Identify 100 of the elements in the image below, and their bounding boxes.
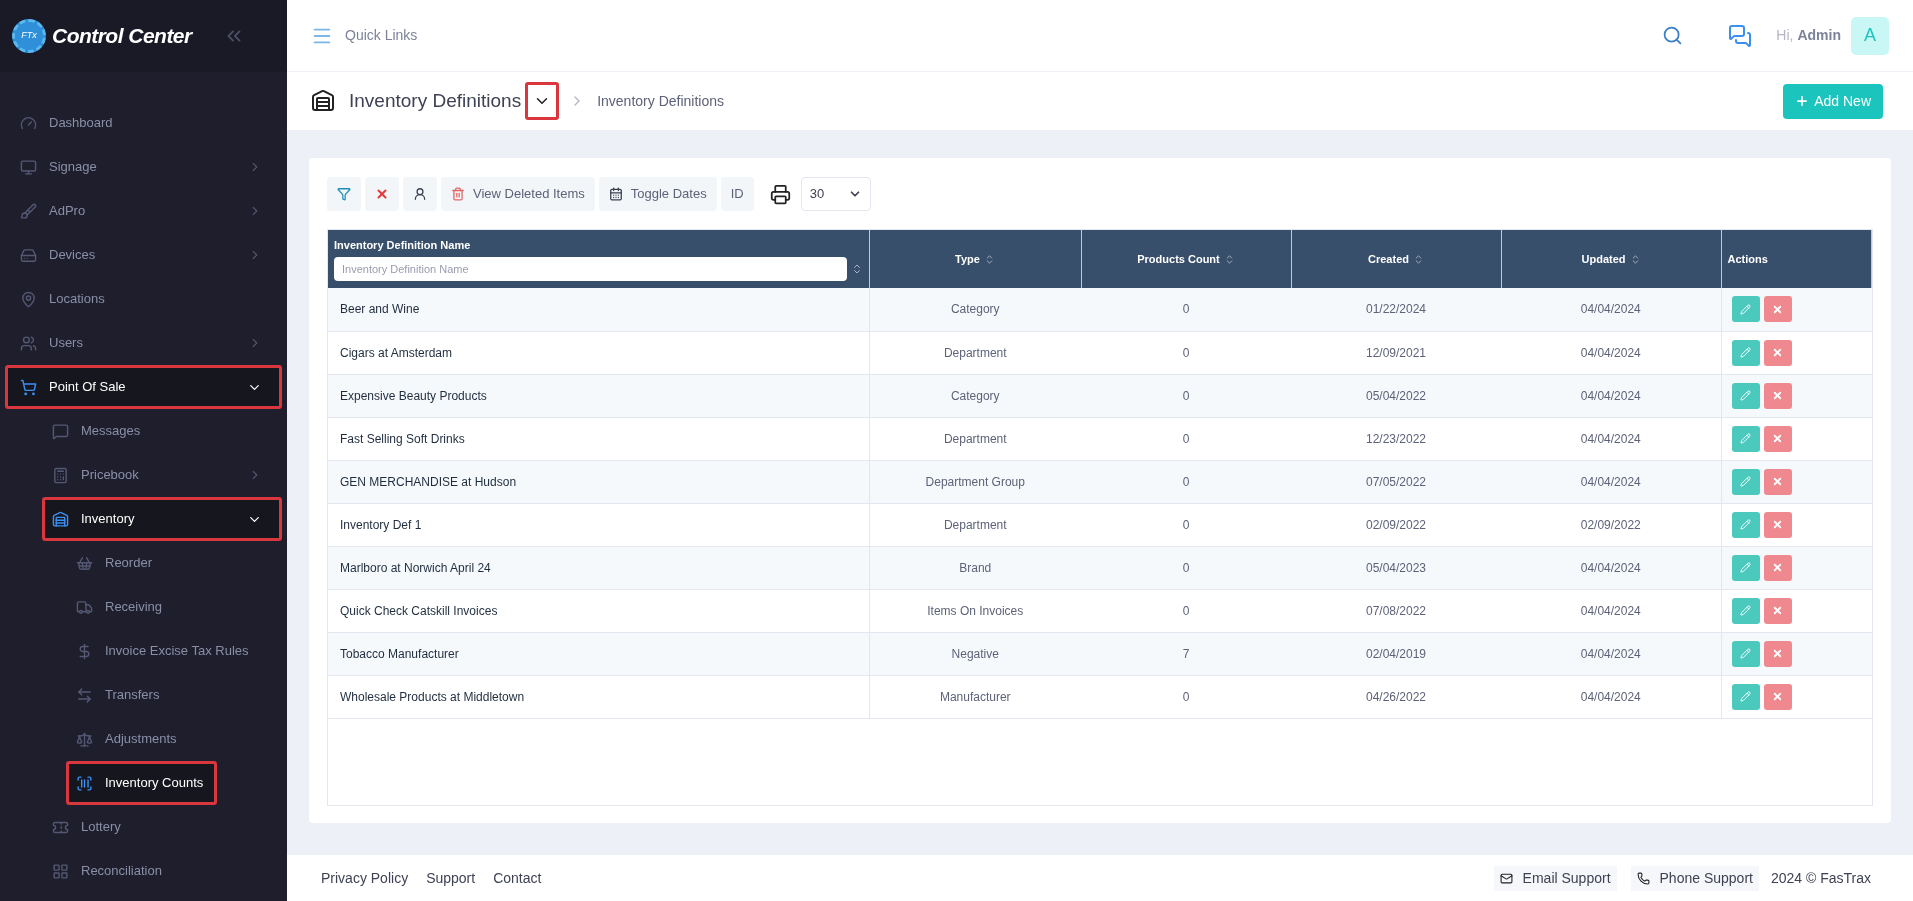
- sidebar-item[interactable]: Receiving: [66, 585, 177, 629]
- table-cell: GEN MERCHANDISE at Hudson: [328, 460, 869, 503]
- edit-button[interactable]: [1731, 683, 1760, 710]
- close-icon: [1772, 562, 1783, 573]
- column-header[interactable]: Created: [1291, 230, 1501, 288]
- table-cell: Quick Check Catskill Invoices: [328, 589, 869, 632]
- plus-icon: [1795, 94, 1810, 108]
- sidebar-item[interactable]: Pricebook: [42, 453, 282, 497]
- table-cell: 04/04/2024: [1501, 374, 1721, 417]
- sidebar-item[interactable]: Inventory: [42, 497, 282, 541]
- close-icon: [1772, 648, 1783, 659]
- close-icon: [375, 187, 389, 201]
- footer-link[interactable]: Contact: [493, 867, 542, 889]
- delete-button[interactable]: [1763, 554, 1792, 581]
- close-icon: [1772, 433, 1783, 444]
- sort-icon[interactable]: [1413, 253, 1424, 265]
- toolbar-button[interactable]: [365, 177, 399, 211]
- logo-label: FTx: [21, 29, 37, 43]
- print-icon[interactable]: [769, 183, 791, 205]
- table-cell: 04/04/2024: [1501, 675, 1721, 718]
- email-support-link[interactable]: Email Support: [1493, 865, 1617, 891]
- table-cell: Fast Selling Soft Drinks: [328, 417, 869, 460]
- edit-button[interactable]: [1731, 468, 1760, 495]
- sidebar-item[interactable]: Point Of Sale: [5, 365, 282, 409]
- sidebar-item[interactable]: Reorder: [66, 541, 166, 585]
- table-cell: 04/04/2024: [1501, 331, 1721, 374]
- table-cell: 04/04/2024: [1501, 546, 1721, 589]
- greeting-text: Hi,: [1776, 26, 1794, 45]
- person-icon: [413, 187, 427, 201]
- delete-button[interactable]: [1763, 425, 1792, 452]
- toolbar-button[interactable]: View Deleted Items: [441, 177, 595, 211]
- table-cell: Brand: [869, 546, 1081, 589]
- edit-button[interactable]: [1731, 640, 1760, 667]
- breadcrumb-item[interactable]: Inventory Definitions: [597, 90, 724, 112]
- edit-button[interactable]: [1731, 425, 1760, 452]
- table-cell: 07/05/2022: [1291, 460, 1501, 503]
- sidebar-item[interactable]: Devices: [5, 233, 282, 277]
- table-cell: 0: [1081, 675, 1291, 718]
- sidebar-item[interactable]: Adjustments: [66, 717, 191, 761]
- footer-link[interactable]: Privacy Policy: [321, 867, 409, 889]
- table-cell: 04/04/2024: [1501, 288, 1721, 331]
- mail-icon: [1499, 871, 1513, 885]
- delete-button[interactable]: [1763, 382, 1792, 409]
- search-icon[interactable]: [1662, 25, 1684, 46]
- sidebar-item[interactable]: Invoice Excise Tax Rules: [66, 629, 263, 673]
- phone-support-link[interactable]: Phone Support: [1630, 865, 1759, 891]
- pencil-icon: [1740, 605, 1751, 616]
- sidebar-item[interactable]: AdPro: [5, 189, 282, 233]
- pencil-icon: [1740, 476, 1751, 487]
- close-icon: [1772, 691, 1783, 702]
- sidebar-item[interactable]: Signage: [5, 145, 282, 189]
- table-cell: 0: [1081, 288, 1291, 331]
- table-cell: 05/04/2023: [1291, 546, 1501, 589]
- sidebar-item[interactable]: Reconciliation: [42, 849, 282, 893]
- edit-button[interactable]: [1731, 597, 1760, 624]
- sidebar-item[interactable]: Inventory Counts: [66, 761, 218, 805]
- quick-links-label[interactable]: Quick Links: [345, 25, 418, 46]
- pencil-icon: [1740, 519, 1751, 530]
- sidebar-item[interactable]: Users: [5, 321, 282, 365]
- table-cell: 7: [1081, 632, 1291, 675]
- toolbar-button[interactable]: ID: [720, 177, 754, 211]
- delete-button[interactable]: [1763, 468, 1792, 495]
- page-size-select[interactable]: 30: [800, 177, 871, 211]
- pencil-icon: [1740, 648, 1751, 659]
- column-header[interactable]: Inventory Definition Name Inventory Definition Name: [328, 230, 869, 288]
- table-cell: Department: [869, 417, 1081, 460]
- column-header[interactable]: Products Count: [1081, 230, 1291, 288]
- edit-button[interactable]: [1731, 554, 1760, 581]
- delete-button[interactable]: [1763, 296, 1792, 323]
- table-cell: Items On Invoices: [869, 589, 1081, 632]
- warehouse-icon: [311, 89, 335, 113]
- delete-button[interactable]: [1763, 597, 1792, 624]
- toolbar-button[interactable]: [403, 177, 437, 211]
- toolbar-button[interactable]: Toggle Dates: [598, 177, 717, 211]
- copyright-text: 2024 © FasTrax: [1770, 868, 1871, 888]
- delete-button[interactable]: [1763, 640, 1792, 667]
- title-dropdown-button[interactable]: [525, 82, 560, 120]
- edit-button[interactable]: [1731, 511, 1760, 538]
- column-header[interactable]: Type: [869, 230, 1081, 288]
- sidebar-item[interactable]: Dashboard: [5, 101, 282, 145]
- edit-button[interactable]: [1731, 382, 1760, 409]
- sidebar-item[interactable]: Lottery: [42, 805, 282, 849]
- sidebar-item[interactable]: Messages: [42, 409, 282, 453]
- delete-button[interactable]: [1763, 683, 1792, 710]
- toolbar-button[interactable]: [327, 177, 361, 211]
- footer-link[interactable]: Support: [426, 867, 476, 889]
- close-icon: [1772, 476, 1783, 487]
- column-header[interactable]: Updated: [1501, 230, 1721, 288]
- chat-icon[interactable]: [1728, 23, 1753, 48]
- delete-button[interactable]: [1763, 339, 1792, 366]
- page-title: Inventory Definitions: [349, 88, 522, 113]
- sidebar-item[interactable]: Locations: [5, 277, 282, 321]
- edit-button[interactable]: [1731, 339, 1760, 366]
- name-filter-field[interactable]: Inventory Definition Name: [334, 256, 847, 281]
- pencil-icon: [1740, 433, 1751, 444]
- delete-button[interactable]: [1763, 511, 1792, 538]
- sidebar-item[interactable]: Transfers: [66, 673, 174, 717]
- table-cell: 04/04/2024: [1501, 589, 1721, 632]
- edit-button[interactable]: [1731, 296, 1760, 323]
- table-cell: Department: [869, 331, 1081, 374]
